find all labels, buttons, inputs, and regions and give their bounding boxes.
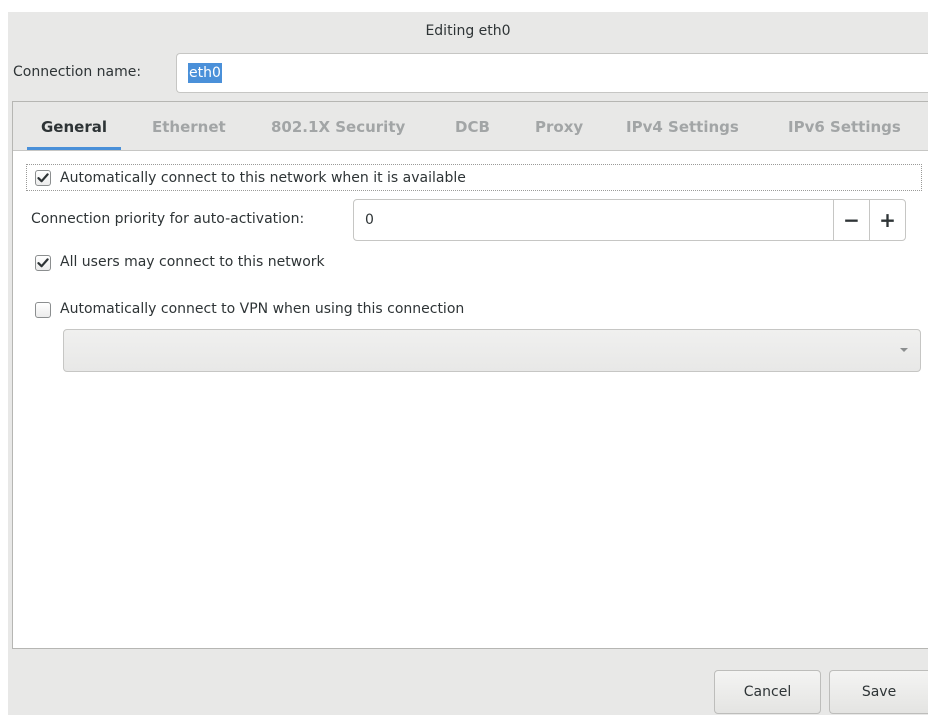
window-title: Editing eth0 [425,23,511,39]
check-icon [37,173,49,183]
all-users-label: All users may connect to this network [60,254,325,270]
auto-vpn-label: Automatically connect to VPN when using … [60,301,465,317]
tab-ipv4-settings[interactable]: IPv4 Settings [626,102,739,150]
dialog-window: Editing eth0 Connection name: eth0 Gener… [0,0,928,715]
chevron-down-icon [900,348,908,352]
vpn-select[interactable] [63,329,921,372]
auto-connect-checkbox[interactable] [35,170,51,186]
tab-ipv6-settings[interactable]: IPv6 Settings [788,102,901,150]
connection-name-label: Connection name: [13,64,142,80]
settings-notebook: General Ethernet 802.1X Security DCB Pro… [12,101,928,649]
cancel-button[interactable]: Cancel [714,670,821,714]
priority-spinbutton[interactable]: 0 − + [353,199,906,241]
tab-802-1x-security[interactable]: 802.1X Security [271,102,405,150]
screen-margin-top [0,0,928,12]
auto-vpn-checkbox[interactable] [35,302,51,318]
tab-ethernet[interactable]: Ethernet [152,102,226,150]
connection-name-value: eth0 [188,63,222,83]
priority-decrement-button[interactable]: − [833,200,869,240]
tab-proxy[interactable]: Proxy [535,102,583,150]
all-users-checkbox[interactable] [35,255,51,271]
save-button[interactable]: Save [829,670,928,714]
connection-name-row: Connection name: eth0 [8,50,928,98]
tab-bar: General Ethernet 802.1X Security DCB Pro… [13,102,928,151]
window-titlebar[interactable]: Editing eth0 [8,12,928,50]
priority-increment-button[interactable]: + [869,200,905,240]
general-tab-content: Automatically connect to this network wh… [13,151,928,648]
auto-connect-label: Automatically connect to this network wh… [60,170,466,186]
screen-margin-left [0,12,8,715]
priority-label: Connection priority for auto-activation: [31,211,305,227]
check-icon [37,258,49,268]
tab-dcb[interactable]: DCB [455,102,490,150]
connection-name-input[interactable]: eth0 [176,53,928,93]
priority-value: 0 [365,212,374,228]
tab-general[interactable]: General [27,102,121,150]
